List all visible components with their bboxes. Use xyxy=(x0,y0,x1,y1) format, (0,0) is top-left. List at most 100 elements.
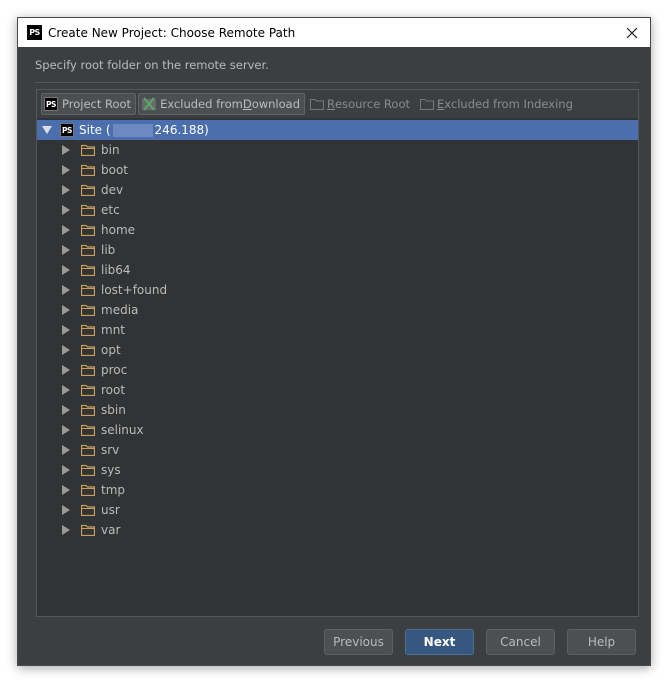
excluded-download-mnemonic: D xyxy=(242,97,252,111)
folder-icon xyxy=(81,364,95,376)
excluded-indexing-mnemonic: E xyxy=(437,97,445,111)
tree-item[interactable]: root xyxy=(37,380,638,400)
resource-root-mnemonic: R xyxy=(327,97,336,111)
next-button[interactable]: Next xyxy=(405,629,474,655)
tree-item[interactable]: proc xyxy=(37,360,638,380)
cancel-button[interactable]: Cancel xyxy=(486,629,555,655)
previous-button[interactable]: Previous xyxy=(324,629,393,655)
expand-arrow-icon[interactable] xyxy=(62,225,70,235)
expand-arrow-icon[interactable] xyxy=(62,525,70,535)
expand-arrow-icon[interactable] xyxy=(62,425,70,435)
folder-icon xyxy=(81,384,95,396)
tree-item[interactable]: opt xyxy=(37,340,638,360)
tree-item-label: bin xyxy=(101,143,120,157)
folder-icon xyxy=(81,284,95,296)
tree-item[interactable]: sys xyxy=(37,460,638,480)
expand-arrow-icon[interactable] xyxy=(62,265,70,275)
expand-arrow-icon[interactable] xyxy=(62,405,70,415)
expand-arrow-icon[interactable] xyxy=(42,126,52,134)
tree-item-label: boot xyxy=(101,163,129,177)
project-root-button[interactable]: PS Project Root xyxy=(41,93,137,115)
tree-item[interactable]: tmp xyxy=(37,480,638,500)
tree-item-label: opt xyxy=(101,343,121,357)
tree-item[interactable]: boot xyxy=(37,160,638,180)
project-root-label: Project Root xyxy=(62,97,132,111)
expand-arrow-icon[interactable] xyxy=(62,445,70,455)
expand-arrow-icon[interactable] xyxy=(62,305,70,315)
dialog-window: PS Create New Project: Choose Remote Pat… xyxy=(17,17,651,666)
folder-icon xyxy=(81,464,95,476)
folder-icon xyxy=(81,184,95,196)
tree-item[interactable]: etc xyxy=(37,200,638,220)
tree-item-label: sys xyxy=(101,463,121,477)
tree-item-label: home xyxy=(101,223,136,237)
expand-arrow-icon[interactable] xyxy=(62,145,70,155)
close-button[interactable] xyxy=(621,22,643,44)
folder-icon xyxy=(81,264,95,276)
expand-arrow-icon[interactable] xyxy=(62,205,70,215)
folder-icon xyxy=(81,504,95,516)
folder-icon xyxy=(81,304,95,316)
tree-item[interactable]: lib64 xyxy=(37,260,638,280)
expand-arrow-icon[interactable] xyxy=(62,465,70,475)
resource-root-button[interactable]: Resource Root xyxy=(307,93,415,115)
tree-item[interactable]: home xyxy=(37,220,638,240)
tree-item-label: selinux xyxy=(101,423,144,437)
excluded-download-label-pre: Excluded from xyxy=(160,97,243,111)
tree-item-label: lib xyxy=(101,243,116,257)
tree-item-label: mnt xyxy=(101,323,125,337)
tree-item[interactable]: sbin xyxy=(37,400,638,420)
tree-item-label: media xyxy=(101,303,139,317)
folder-icon xyxy=(420,99,434,110)
tree-item[interactable]: media xyxy=(37,300,638,320)
excluded-from-indexing-button[interactable]: Excluded from Indexing xyxy=(417,93,578,115)
folder-icon xyxy=(310,99,325,110)
description-text: Specify root folder on the remote server… xyxy=(35,58,269,72)
expand-arrow-icon[interactable] xyxy=(62,285,70,295)
tree-item[interactable]: bin xyxy=(37,140,638,160)
tree-item-label: root xyxy=(101,383,126,397)
expand-arrow-icon[interactable] xyxy=(62,485,70,495)
window-title: Create New Project: Choose Remote Path xyxy=(48,25,296,40)
excluded-x-icon xyxy=(142,97,157,111)
excluded-from-download-button[interactable]: Excluded from Download xyxy=(138,93,306,115)
tree-item[interactable]: selinux xyxy=(37,420,638,440)
tree-root-site[interactable]: PS Site (246.188) xyxy=(37,120,638,140)
site-label-prefix: Site ( xyxy=(79,123,111,137)
site-label-suffix: 246.188) xyxy=(154,123,209,137)
tree-item[interactable]: usr xyxy=(37,500,638,520)
folder-icon xyxy=(81,444,95,456)
expand-arrow-icon[interactable] xyxy=(62,345,70,355)
folder-icon xyxy=(81,484,95,496)
expand-arrow-icon[interactable] xyxy=(62,365,70,375)
tree-item[interactable]: dev xyxy=(37,180,638,200)
phpstorm-icon: PS xyxy=(44,97,58,111)
tree-item-label: lost+found xyxy=(101,283,168,297)
folder-icon xyxy=(81,164,95,176)
tree-item-label: sbin xyxy=(101,403,126,417)
expand-arrow-icon[interactable] xyxy=(62,505,70,515)
tree-item[interactable]: lost+found xyxy=(37,280,638,300)
excluded-download-label-post: ownload xyxy=(251,97,301,111)
tree-item[interactable]: var xyxy=(37,520,638,540)
help-button[interactable]: Help xyxy=(567,629,636,655)
remote-tree-panel: PS Project Root Excluded from Download R… xyxy=(36,89,639,617)
title-bar: PS Create New Project: Choose Remote Pat… xyxy=(18,18,650,47)
expand-arrow-icon[interactable] xyxy=(62,245,70,255)
expand-arrow-icon[interactable] xyxy=(62,165,70,175)
expand-arrow-icon[interactable] xyxy=(62,185,70,195)
expand-arrow-icon[interactable] xyxy=(62,385,70,395)
expand-arrow-icon[interactable] xyxy=(62,325,70,335)
tree-item-label: proc xyxy=(101,363,128,377)
folder-icon xyxy=(81,204,95,216)
folder-icon xyxy=(81,404,95,416)
folder-icon xyxy=(81,424,95,436)
remote-folder-tree[interactable]: PS Site (246.188) bin boot dev etc home lib li… xyxy=(37,120,638,540)
tree-item-label: lib64 xyxy=(101,263,131,277)
tree-item-label: etc xyxy=(101,203,120,217)
phpstorm-icon: PS xyxy=(27,25,42,40)
tree-item[interactable]: lib xyxy=(37,240,638,260)
tree-item[interactable]: srv xyxy=(37,440,638,460)
tree-item[interactable]: mnt xyxy=(37,320,638,340)
resource-root-label: esource Root xyxy=(335,97,410,111)
